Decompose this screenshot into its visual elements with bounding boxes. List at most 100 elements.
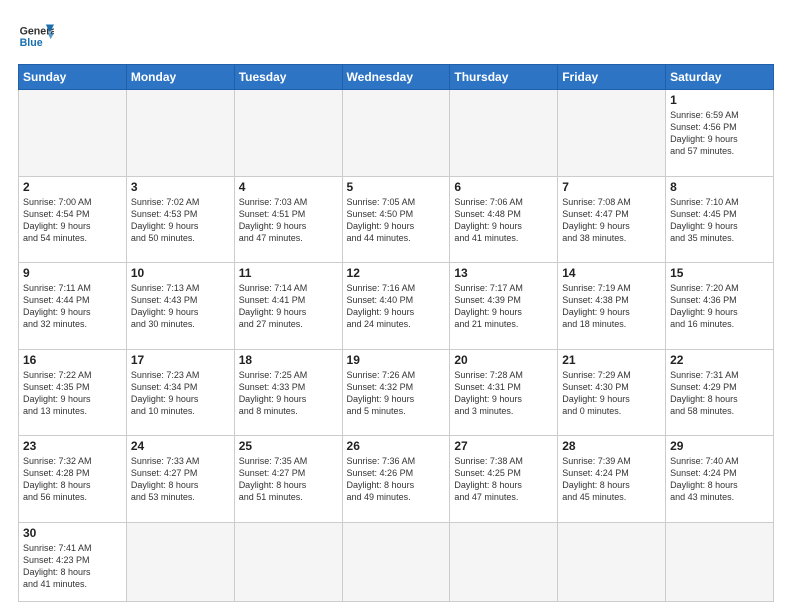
day-number: 9 [23,266,122,280]
day-info: Sunrise: 7:33 AM Sunset: 4:27 PM Dayligh… [131,455,230,504]
weekday-header-wednesday: Wednesday [342,65,450,90]
day-number: 5 [347,180,446,194]
calendar-day-cell: 28 Sunrise: 7:39 AM Sunset: 4:24 PM Dayli… [558,436,666,523]
calendar-day-cell: 19 Sunrise: 7:26 AM Sunset: 4:32 PM Dayli… [342,349,450,436]
day-number: 24 [131,439,230,453]
day-number: 14 [562,266,661,280]
weekday-header-friday: Friday [558,65,666,90]
day-number: 18 [239,353,338,367]
calendar-day-cell [450,522,558,601]
calendar-day-cell: 12Sunrise: 7:16 AM Sunset: 4:40 PM Dayli… [342,263,450,350]
day-info: Sunrise: 6:59 AM Sunset: 4:56 PM Dayligh… [670,109,769,158]
day-number: 3 [131,180,230,194]
day-number: 13 [454,266,553,280]
calendar-day-cell: 3 Sunrise: 7:02 AM Sunset: 4:53 PM Daylig… [126,176,234,263]
day-number: 4 [239,180,338,194]
generalblue-logo-icon: General Blue [18,18,54,54]
calendar-day-cell [234,522,342,601]
calendar-day-cell: 11Sunrise: 7:14 AM Sunset: 4:41 PM Dayli… [234,263,342,350]
calendar-day-cell: 4 Sunrise: 7:03 AM Sunset: 4:51 PM Daylig… [234,176,342,263]
day-info: Sunrise: 7:02 AM Sunset: 4:53 PM Dayligh… [131,196,230,245]
header: General Blue [18,18,774,54]
calendar-day-cell [126,522,234,601]
day-number: 23 [23,439,122,453]
svg-text:Blue: Blue [20,37,43,49]
weekday-header-tuesday: Tuesday [234,65,342,90]
calendar-week-row: 1 Sunrise: 6:59 AM Sunset: 4:56 PM Daylig… [19,90,774,177]
calendar-day-cell: 30Sunrise: 7:41 AM Sunset: 4:23 PM Dayli… [19,522,127,601]
day-info: Sunrise: 7:10 AM Sunset: 4:45 PM Dayligh… [670,196,769,245]
day-info: Sunrise: 7:36 AM Sunset: 4:26 PM Dayligh… [347,455,446,504]
day-info: Sunrise: 7:40 AM Sunset: 4:24 PM Dayligh… [670,455,769,504]
calendar-day-cell: 2Sunrise: 7:00 AM Sunset: 4:54 PM Daylig… [19,176,127,263]
day-info: Sunrise: 7:39 AM Sunset: 4:24 PM Dayligh… [562,455,661,504]
day-number: 28 [562,439,661,453]
calendar-day-cell: 6Sunrise: 7:06 AM Sunset: 4:48 PM Daylig… [450,176,558,263]
calendar-day-cell: 27 Sunrise: 7:38 AM Sunset: 4:25 PM Dayli… [450,436,558,523]
day-number: 30 [23,526,122,540]
weekday-header-thursday: Thursday [450,65,558,90]
calendar-day-cell: 17 Sunrise: 7:23 AM Sunset: 4:34 PM Dayli… [126,349,234,436]
day-info: Sunrise: 7:28 AM Sunset: 4:31 PM Dayligh… [454,369,553,418]
calendar-day-cell: 14 Sunrise: 7:19 AM Sunset: 4:38 PM Dayli… [558,263,666,350]
day-info: Sunrise: 7:11 AM Sunset: 4:44 PM Dayligh… [23,282,122,331]
calendar-day-cell: 26Sunrise: 7:36 AM Sunset: 4:26 PM Dayli… [342,436,450,523]
weekday-header-monday: Monday [126,65,234,90]
day-info: Sunrise: 7:23 AM Sunset: 4:34 PM Dayligh… [131,369,230,418]
day-info: Sunrise: 7:38 AM Sunset: 4:25 PM Dayligh… [454,455,553,504]
day-info: Sunrise: 7:26 AM Sunset: 4:32 PM Dayligh… [347,369,446,418]
calendar-day-cell [666,522,774,601]
calendar-week-row: 16 Sunrise: 7:22 AM Sunset: 4:35 PM Dayli… [19,349,774,436]
calendar-week-row: 30Sunrise: 7:41 AM Sunset: 4:23 PM Dayli… [19,522,774,601]
calendar-table: SundayMondayTuesdayWednesdayThursdayFrid… [18,64,774,602]
calendar-day-cell [19,90,127,177]
day-number: 12 [347,266,446,280]
day-number: 2 [23,180,122,194]
day-number: 1 [670,93,769,107]
day-info: Sunrise: 7:29 AM Sunset: 4:30 PM Dayligh… [562,369,661,418]
day-number: 29 [670,439,769,453]
calendar-day-cell: 21Sunrise: 7:29 AM Sunset: 4:30 PM Dayli… [558,349,666,436]
day-info: Sunrise: 7:19 AM Sunset: 4:38 PM Dayligh… [562,282,661,331]
day-info: Sunrise: 7:22 AM Sunset: 4:35 PM Dayligh… [23,369,122,418]
day-number: 20 [454,353,553,367]
weekday-header-row: SundayMondayTuesdayWednesdayThursdayFrid… [19,65,774,90]
calendar-day-cell: 13 Sunrise: 7:17 AM Sunset: 4:39 PM Dayli… [450,263,558,350]
day-number: 7 [562,180,661,194]
calendar-day-cell: 15Sunrise: 7:20 AM Sunset: 4:36 PM Dayli… [666,263,774,350]
day-info: Sunrise: 7:08 AM Sunset: 4:47 PM Dayligh… [562,196,661,245]
weekday-header-sunday: Sunday [19,65,127,90]
day-info: Sunrise: 7:05 AM Sunset: 4:50 PM Dayligh… [347,196,446,245]
day-number: 8 [670,180,769,194]
calendar-day-cell: 18 Sunrise: 7:25 AM Sunset: 4:33 PM Dayli… [234,349,342,436]
calendar-day-cell: 5 Sunrise: 7:05 AM Sunset: 4:50 PM Daylig… [342,176,450,263]
day-number: 17 [131,353,230,367]
calendar-day-cell: 1 Sunrise: 6:59 AM Sunset: 4:56 PM Daylig… [666,90,774,177]
calendar-day-cell: 25Sunrise: 7:35 AM Sunset: 4:27 PM Dayli… [234,436,342,523]
calendar-day-cell: 22Sunrise: 7:31 AM Sunset: 4:29 PM Dayli… [666,349,774,436]
day-number: 16 [23,353,122,367]
logo: General Blue [18,18,54,54]
day-info: Sunrise: 7:25 AM Sunset: 4:33 PM Dayligh… [239,369,338,418]
day-info: Sunrise: 7:03 AM Sunset: 4:51 PM Dayligh… [239,196,338,245]
calendar-day-cell: 8 Sunrise: 7:10 AM Sunset: 4:45 PM Daylig… [666,176,774,263]
day-number: 25 [239,439,338,453]
day-info: Sunrise: 7:31 AM Sunset: 4:29 PM Dayligh… [670,369,769,418]
day-info: Sunrise: 7:14 AM Sunset: 4:41 PM Dayligh… [239,282,338,331]
calendar-day-cell [342,90,450,177]
calendar-day-cell: 9 Sunrise: 7:11 AM Sunset: 4:44 PM Daylig… [19,263,127,350]
day-info: Sunrise: 7:17 AM Sunset: 4:39 PM Dayligh… [454,282,553,331]
day-number: 19 [347,353,446,367]
calendar-day-cell [558,522,666,601]
day-number: 27 [454,439,553,453]
calendar-week-row: 23 Sunrise: 7:32 AM Sunset: 4:28 PM Dayli… [19,436,774,523]
day-number: 6 [454,180,553,194]
calendar-day-cell: 10Sunrise: 7:13 AM Sunset: 4:43 PM Dayli… [126,263,234,350]
day-info: Sunrise: 7:32 AM Sunset: 4:28 PM Dayligh… [23,455,122,504]
calendar-day-cell [450,90,558,177]
weekday-header-saturday: Saturday [666,65,774,90]
calendar-day-cell: 29 Sunrise: 7:40 AM Sunset: 4:24 PM Dayli… [666,436,774,523]
calendar-day-cell: 20 Sunrise: 7:28 AM Sunset: 4:31 PM Dayli… [450,349,558,436]
day-number: 10 [131,266,230,280]
calendar-day-cell [234,90,342,177]
